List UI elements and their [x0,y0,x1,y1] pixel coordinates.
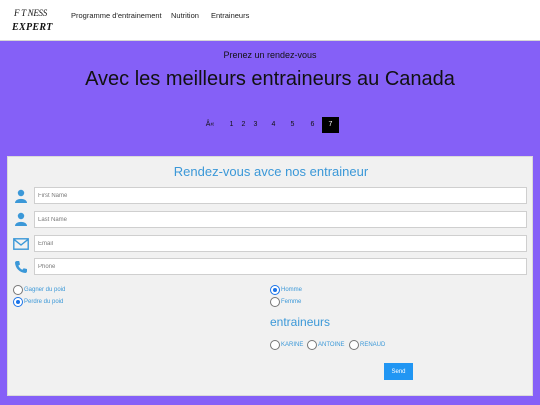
navbar: F T NESS EXPERT Programme d'entrainement… [0,0,540,41]
envelope-icon [13,237,29,251]
appointment-form: Rendez-vous avce nos entraineur Gagner d… [7,156,533,396]
nav-link-programme[interactable]: Programme d'entrainement [71,11,162,20]
user-icon [14,212,28,226]
gender-label-femme: Femme [281,299,302,305]
gender-label-homme: Homme [281,287,303,293]
trainer-label-antoine: ANTOINE [318,342,345,348]
pagination-page-5[interactable]: 5 [288,117,297,133]
hero-subtitle: Prenez un rendez-vous [223,50,317,60]
trainers-title: entraineurs [270,315,331,329]
trainer-option-antoine[interactable]: ANTOINE [307,340,345,350]
pagination-page-3[interactable]: 3 [251,117,260,133]
trainer-label-karine: KARINE [281,342,304,348]
hero-title: Avec les meilleurs entraineurs au Canada [85,68,455,90]
radio-femme[interactable] [270,297,280,307]
pagination-page-1[interactable]: 1 [227,117,236,133]
trainer-label-renaud: RENAUD [360,342,386,348]
send-button[interactable]: Send [384,363,413,380]
radio-karine[interactable] [270,340,280,350]
radio-homme[interactable] [270,285,280,295]
goal-label-gain: Gagner du poid [24,287,66,293]
last-name-input[interactable] [34,211,527,228]
gender-option-femme[interactable]: Femme [270,297,301,307]
pagination-page-7[interactable]: 7 [322,117,339,133]
pagination-page-4[interactable]: 4 [269,117,278,133]
goal-label-lose: Perdre du poid [24,299,64,305]
pagination-page-6[interactable]: 6 [308,117,317,133]
user-icon [14,189,28,203]
pagination: Â« 1 2 3 4 5 6 7 [0,117,540,133]
trainer-option-karine[interactable]: KARINE [270,340,303,350]
email-input[interactable] [34,235,527,252]
phone-input[interactable] [34,258,527,275]
brand-logo[interactable]: F T NESS EXPERT [10,8,54,34]
radio-gain-weight[interactable] [13,285,23,295]
radio-lose-weight[interactable] [13,297,23,307]
gender-option-homme[interactable]: Homme [270,285,302,295]
trainer-option-renaud[interactable]: RENAUD [349,340,385,350]
nav-link-nutrition[interactable]: Nutrition [171,11,199,20]
goal-option-lose[interactable]: Perdre du poid [13,297,63,307]
form-title: Rendez-vous avce nos entraineur [173,164,369,179]
pagination-page-2[interactable]: 2 [239,117,248,133]
logo-fitness-text: F T NESS [14,8,47,18]
nav-link-entraineurs[interactable]: Entraineurs [211,11,249,20]
pagination-prev[interactable]: Â« [203,117,217,133]
radio-renaud[interactable] [349,340,359,350]
logo-expert-text: EXPERT [12,22,53,33]
goal-option-gain[interactable]: Gagner du poid [13,285,65,295]
first-name-input[interactable] [34,187,527,204]
phone-icon [14,260,28,274]
radio-antoine[interactable] [307,340,317,350]
